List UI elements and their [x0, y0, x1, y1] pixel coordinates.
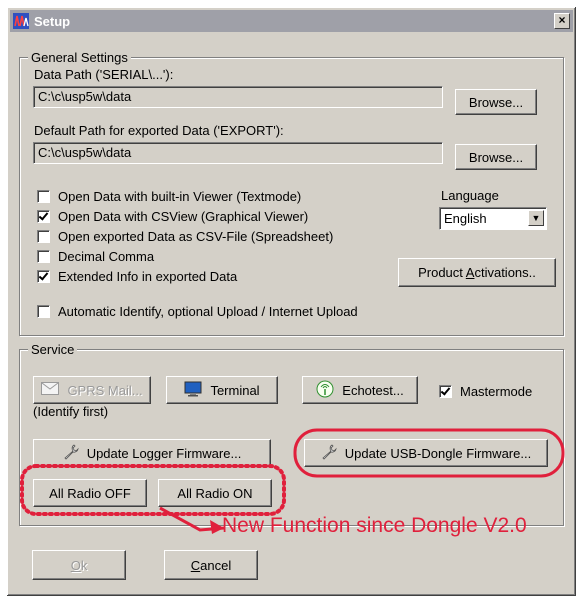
checkbox[interactable]	[439, 385, 452, 398]
option-label: Extended Info in exported Data	[58, 269, 238, 284]
language-value: English	[444, 211, 487, 226]
checkbox[interactable]	[37, 210, 50, 223]
option-label: Open Data with built-in Viewer (Textmode…	[58, 189, 302, 204]
app-icon	[13, 13, 29, 32]
all-radio-on-button[interactable]: All Radio ON	[158, 479, 272, 507]
option-label: Open exported Data as CSV-File (Spreadsh…	[58, 229, 334, 244]
antenna-icon	[316, 380, 334, 401]
export-path-field[interactable]: C:\c\usp5w\data	[33, 142, 443, 164]
data-path-field[interactable]: C:\c\usp5w\data	[33, 86, 443, 108]
checkbox[interactable]	[37, 305, 50, 318]
echotest-label: Echotest...	[342, 382, 404, 398]
browse-label: Browse...	[468, 149, 524, 165]
export-path-label: Default Path for exported Data ('EXPORT'…	[34, 123, 284, 138]
gprs-mail-button[interactable]: GPRS Mail...	[33, 376, 151, 404]
all-radio-off-button[interactable]: All Radio OFF	[33, 479, 147, 507]
identify-first-note: (Identify first)	[33, 404, 109, 419]
echotest-button[interactable]: Echotest...	[302, 376, 418, 404]
terminal-label: Terminal	[210, 382, 260, 398]
option-label: Automatic Identify, optional Upload / In…	[58, 304, 358, 319]
browse-data-path-button[interactable]: Browse...	[455, 89, 537, 115]
setup-dialog: Setup × General Settings Data Path ('SER…	[6, 6, 577, 597]
cancel-button[interactable]: Cancel	[164, 550, 258, 580]
option-decimal-comma[interactable]: Decimal Comma	[37, 249, 154, 264]
title-bar: Setup ×	[10, 10, 573, 32]
annotation-text: New Function since Dongle V2.0	[222, 514, 527, 537]
update-usb-dongle-firmware-button[interactable]: Update USB-Dongle Firmware...	[304, 439, 548, 467]
update-logger-firmware-button[interactable]: Update Logger Firmware...	[33, 439, 271, 467]
option-csv-export[interactable]: Open exported Data as CSV-File (Spreadsh…	[37, 229, 333, 244]
close-button[interactable]: ×	[554, 13, 570, 29]
ok-button[interactable]: Ok	[32, 550, 126, 580]
mastermode-checkbox-row[interactable]: Mastermode	[439, 384, 532, 399]
browse-export-path-button[interactable]: Browse...	[455, 144, 537, 170]
option-csview[interactable]: Open Data with CSView (Graphical Viewer)	[37, 209, 308, 224]
terminal-button[interactable]: Terminal	[166, 376, 278, 404]
all-radio-on-label: All Radio ON	[177, 485, 253, 501]
option-label: Decimal Comma	[58, 249, 155, 264]
chevron-down-icon[interactable]: ▼	[528, 210, 544, 226]
checkbox[interactable]	[37, 230, 50, 243]
product-activations-label: Product Activations..	[418, 265, 536, 280]
option-extended-info[interactable]: Extended Info in exported Data	[37, 269, 237, 284]
data-path-label: Data Path ('SERIAL\...'):	[34, 67, 174, 82]
mail-icon	[41, 382, 60, 398]
general-settings-legend: General Settings	[28, 50, 131, 65]
checkbox[interactable]	[37, 190, 50, 203]
wrench-icon	[63, 443, 79, 463]
product-activations-button[interactable]: Product Activations..	[398, 258, 556, 287]
gprs-mail-label: GPRS Mail...	[67, 382, 143, 398]
language-label: Language	[441, 188, 499, 203]
language-select[interactable]: English ▼	[439, 207, 547, 230]
update-dongle-label: Update USB-Dongle Firmware...	[344, 445, 532, 461]
wrench-icon	[321, 443, 337, 463]
checkbox[interactable]	[37, 250, 50, 263]
mastermode-label: Mastermode	[460, 384, 533, 399]
option-auto-identify[interactable]: Automatic Identify, optional Upload / In…	[37, 304, 358, 319]
window-title: Setup	[34, 14, 71, 29]
option-builtin-viewer[interactable]: Open Data with built-in Viewer (Textmode…	[37, 189, 301, 204]
service-legend: Service	[28, 342, 78, 357]
cancel-label: Cancel	[190, 557, 232, 573]
ok-label: Ok	[70, 557, 88, 573]
browse-label: Browse...	[468, 94, 524, 110]
monitor-icon	[184, 381, 202, 400]
checkbox[interactable]	[37, 270, 50, 283]
update-logger-label: Update Logger Firmware...	[86, 445, 242, 461]
option-label: Open Data with CSView (Graphical Viewer)	[58, 209, 309, 224]
all-radio-off-label: All Radio OFF	[49, 485, 131, 501]
